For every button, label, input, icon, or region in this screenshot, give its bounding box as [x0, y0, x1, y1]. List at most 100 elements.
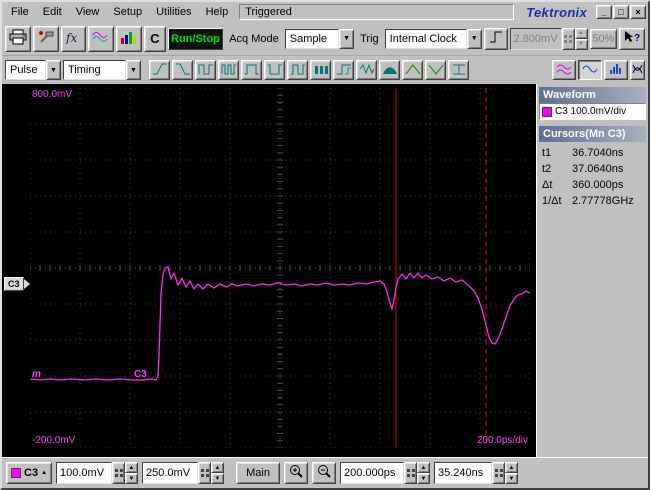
measure-duty-cycle-button[interactable]: [287, 60, 308, 80]
tools-icon: [37, 29, 55, 48]
readout-value: 37.0640ns: [572, 163, 624, 175]
measure-frequency-button[interactable]: [218, 60, 239, 80]
restore-button[interactable]: □: [613, 5, 629, 19]
waveform-screen: C3 800.0mV -200.0mV 200.0ps/div m C3: [2, 84, 536, 457]
chevron-down-icon[interactable]: ▼: [466, 28, 482, 49]
menu-file[interactable]: File: [4, 4, 36, 20]
graticule-canvas: [30, 88, 530, 448]
bottom-control-bar: C3 ▲ 100.0mV ▲ ▼ 250.0mV ▲ ▼ Main 200.000p…: [2, 457, 648, 488]
zoom-in-button[interactable]: [284, 462, 309, 484]
readout-label: Δt: [542, 179, 553, 191]
waveform-panel-header: Waveform: [539, 87, 646, 103]
vertical-scale-value[interactable]: 100.0mV: [56, 462, 113, 484]
print-button[interactable]: [5, 25, 31, 52]
trigger-status: Triggered: [239, 4, 515, 20]
svg-text:?: ?: [634, 33, 640, 44]
keypad-button[interactable]: [198, 462, 212, 484]
measure-burst-width-button[interactable]: [310, 60, 331, 80]
waveform-vectors-icon: [556, 63, 572, 78]
duty-cycle-icon: [290, 63, 306, 78]
trigger-slope-button[interactable]: [483, 27, 508, 50]
vertical-offset-value[interactable]: 250.0mV: [142, 462, 199, 484]
horizontal-position-value[interactable]: 35.240ns: [434, 462, 493, 484]
measure-negative-width-button[interactable]: [264, 60, 285, 80]
vertical-offset-control: 250.0mV ▲ ▼: [142, 462, 225, 484]
amplitude-icon: [451, 63, 467, 78]
eye-diagram-button[interactable]: [630, 60, 645, 80]
horizontal-scale-control: 200.000ps ▲ ▼: [340, 462, 431, 484]
close-button[interactable]: ×: [630, 5, 646, 19]
spin-up-button[interactable]: ▲: [505, 462, 519, 473]
measure-class-value: Timing: [63, 60, 126, 80]
channel-select[interactable]: C3 ▲: [6, 462, 53, 484]
sine-wave-icon: [582, 63, 598, 78]
menu-utilities[interactable]: Utilities: [149, 4, 198, 20]
measure-maximum-button[interactable]: [402, 60, 423, 80]
measure-class-select[interactable]: Timing ▼: [63, 60, 141, 80]
keypad-icon: [114, 469, 123, 477]
zoom-out-button[interactable]: [312, 462, 337, 484]
menu-help[interactable]: Help: [199, 4, 236, 20]
waveform-list-item[interactable]: C3 100.0mV/div: [539, 103, 646, 120]
histogram-display-button[interactable]: [604, 60, 628, 80]
vector-display-button[interactable]: [552, 60, 576, 80]
cursors-button[interactable]: C: [143, 25, 166, 52]
keypad-button[interactable]: [112, 462, 126, 484]
run-stop-button[interactable]: Run/Stop: [167, 27, 224, 50]
measure-amplitude-button[interactable]: [448, 60, 469, 80]
keypad-button[interactable]: [492, 462, 506, 484]
readout-value: 360.000ps: [572, 179, 624, 191]
measure-delay-button[interactable]: [333, 60, 354, 80]
spin-up-button[interactable]: ▲: [211, 462, 225, 473]
readout-value: 36.7040ns: [572, 147, 624, 159]
measure-phase-button[interactable]: [356, 60, 377, 80]
context-help-button[interactable]: ?: [619, 27, 646, 50]
trigger-source-select[interactable]: Internal Clock ▼: [384, 28, 482, 49]
spin-down-button[interactable]: ▼: [505, 473, 519, 484]
chevron-up-icon: ▲: [41, 470, 48, 476]
phase-icon: [359, 63, 375, 78]
math-button[interactable]: fx: [60, 25, 87, 52]
graticule: 800.0mV -200.0mV 200.0ps/div m C3: [30, 88, 530, 448]
waveform-database-icon: [92, 30, 110, 47]
measure-rise-time-button[interactable]: [149, 60, 170, 80]
menu-setup[interactable]: Setup: [106, 4, 149, 20]
horizontal-scale-value[interactable]: 200.000ps: [340, 462, 405, 484]
eye-diagram-icon: [632, 63, 643, 78]
channel-position-marker[interactable]: C3: [4, 277, 30, 291]
chevron-down-icon[interactable]: ▼: [46, 60, 61, 80]
measure-minimum-button[interactable]: [425, 60, 446, 80]
spin-up-button[interactable]: ▲: [125, 462, 139, 473]
math-fx-icon: fx: [64, 30, 82, 47]
histogram-acq-button[interactable]: [116, 25, 142, 52]
spin-down-button[interactable]: ▼: [125, 473, 139, 484]
readout-label: t1: [542, 147, 552, 159]
zoom-out-icon: [316, 464, 332, 483]
cursor-c-icon: C: [150, 31, 160, 46]
trigger-source-value: Internal Clock: [384, 28, 467, 49]
menu-edit[interactable]: Edit: [36, 4, 69, 20]
spin-down-button[interactable]: ▼: [417, 473, 431, 484]
acq-mode-select[interactable]: Sample ▼: [284, 28, 355, 49]
measure-category-select[interactable]: Pulse ▼: [5, 60, 61, 80]
measure-area-button[interactable]: [379, 60, 400, 80]
spin-up-button[interactable]: ▲: [417, 462, 431, 473]
minimize-button[interactable]: _: [596, 5, 612, 19]
chevron-down-icon[interactable]: ▼: [339, 28, 355, 49]
spin-down-icon: ▼: [574, 38, 588, 50]
waveform-database-button[interactable]: [88, 25, 115, 52]
spin-down-button[interactable]: ▼: [211, 473, 225, 484]
timebase-scale-label: 200.0ps/div: [476, 435, 528, 446]
waveform-display-button[interactable]: [578, 60, 602, 80]
measure-period-button[interactable]: [195, 60, 216, 80]
timebase-button[interactable]: Main: [236, 462, 281, 484]
measure-positive-width-button[interactable]: [241, 60, 262, 80]
setup-dialogs-button[interactable]: [32, 25, 59, 52]
channel-select-value: C3: [24, 467, 39, 479]
menu-view[interactable]: View: [69, 4, 107, 20]
channel-marker-label: C3: [4, 277, 24, 291]
measure-fall-time-button[interactable]: [172, 60, 193, 80]
chevron-down-icon[interactable]: ▼: [126, 60, 141, 80]
keypad-icon: [406, 469, 415, 477]
keypad-button[interactable]: [404, 462, 418, 484]
